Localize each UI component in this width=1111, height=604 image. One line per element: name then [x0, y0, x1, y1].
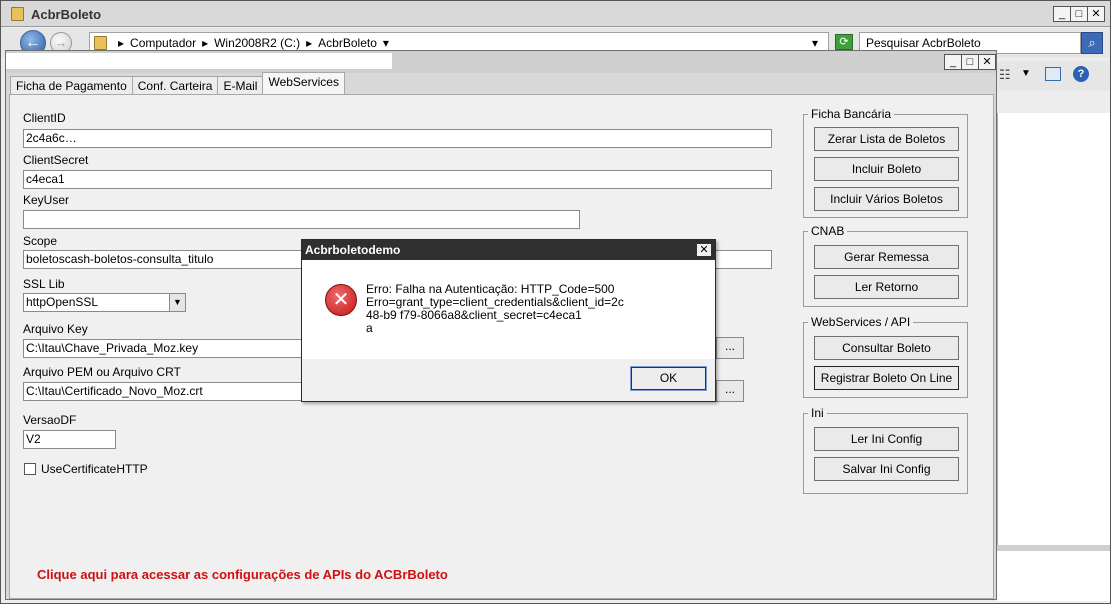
key-user-label: KeyUser: [23, 193, 70, 207]
client-secret-label: ClientSecret: [23, 153, 89, 167]
tab-ficha-pagamento[interactable]: Ficha de Pagamento: [10, 76, 133, 96]
error-dialog: Acbrboletodemo ✕ ✕ Erro: Falha na Autent…: [301, 239, 716, 402]
ler-retorno-button[interactable]: Ler Retorno: [814, 275, 959, 299]
tab-conf-carteira[interactable]: Conf. Carteira: [131, 76, 219, 96]
explorer-titlebar: AcbrBoleto _ □ ✕: [1, 1, 1110, 27]
arquivo-key-label: Arquivo Key: [23, 322, 88, 336]
explorer-close-button[interactable]: ✕: [1087, 6, 1105, 22]
gerar-remessa-button[interactable]: Gerar Remessa: [814, 245, 959, 269]
versao-df-label: VersaoDF: [23, 413, 77, 427]
group-ini: Ini Ler Ini Config Salvar Ini Config: [803, 406, 968, 494]
group-ficha-title: Ficha Bancária: [808, 107, 895, 121]
arquivo-pem-label: Arquivo PEM ou Arquivo CRT: [23, 365, 181, 379]
error-message: Erro: Falha na Autenticação: HTTP_Code=5…: [366, 283, 706, 335]
breadcrumb-acbrboleto[interactable]: AcbrBoleto: [318, 36, 377, 50]
refresh-icon[interactable]: ⟳: [835, 34, 853, 50]
help-icon[interactable]: ?: [1073, 66, 1089, 82]
ssl-lib-value: httpOpenSSL: [26, 295, 99, 309]
api-config-link[interactable]: Clique aqui para acessar as configuraçõe…: [37, 567, 448, 582]
chevron-right-icon: ▸: [306, 36, 313, 50]
chevron-down-icon[interactable]: ▼: [169, 294, 185, 311]
client-id-label: ClientID: [23, 111, 66, 125]
app-close-button[interactable]: ✕: [978, 54, 996, 70]
error-line-4: a: [366, 321, 373, 335]
explorer-minimize-button[interactable]: _: [1053, 6, 1071, 22]
dialog-body: ✕ Erro: Falha na Autenticação: HTTP_Code…: [302, 260, 715, 359]
client-id-input[interactable]: 2c4a6c…: [23, 129, 772, 148]
search-icon[interactable]: ⌕: [1081, 32, 1103, 54]
ok-button[interactable]: OK: [630, 366, 707, 391]
dialog-close-button[interactable]: ✕: [696, 243, 712, 257]
group-ini-title: Ini: [808, 406, 827, 420]
dialog-titlebar: Acbrboletodemo ✕: [302, 240, 715, 260]
incluir-varios-button[interactable]: Incluir Vários Boletos: [814, 187, 959, 211]
app-minimize-button[interactable]: _: [944, 54, 962, 70]
group-cnab: CNAB Gerar Remessa Ler Retorno: [803, 224, 968, 307]
explorer-title: AcbrBoleto: [31, 7, 102, 22]
app-maximize-button[interactable]: □: [961, 54, 979, 70]
client-secret-input[interactable]: c4eca1: [23, 170, 772, 189]
browse-key-button[interactable]: ...: [716, 337, 744, 359]
incluir-boleto-button[interactable]: Incluir Boleto: [814, 157, 959, 181]
breadcrumb-computador[interactable]: Computador: [130, 36, 196, 50]
dialog-title: Acbrboletodemo: [305, 243, 401, 257]
folder-icon: [11, 7, 24, 21]
preview-pane-icon[interactable]: [1045, 67, 1061, 81]
ssl-lib-label: SSL Lib: [23, 277, 65, 291]
scope-label: Scope: [23, 234, 58, 248]
explorer-maximize-button[interactable]: □: [1070, 6, 1088, 22]
breadcrumb-drive[interactable]: Win2008R2 (C:): [214, 36, 300, 50]
group-webservices-api: WebServices / API Consultar Boleto Regis…: [803, 315, 968, 398]
explorer-details-pane: [997, 551, 1110, 601]
browse-pem-button[interactable]: ...: [716, 380, 744, 402]
tab-email[interactable]: E-Mail: [217, 76, 264, 96]
salvar-ini-button[interactable]: Salvar Ini Config: [814, 457, 959, 481]
chevron-right-icon: ▸: [202, 36, 209, 50]
chevron-right-icon: ▸: [118, 36, 125, 50]
explorer-file-pane: [997, 113, 1110, 545]
use-certificate-http-checkbox[interactable]: [24, 463, 36, 475]
key-user-input[interactable]: [23, 210, 580, 229]
views-icon[interactable]: ☷: [999, 67, 1011, 83]
chevron-down-icon[interactable]: ▼: [1021, 68, 1031, 79]
tab-strip: Ficha de Pagamento Conf. Carteira E-Mail We…: [10, 72, 345, 96]
ler-ini-button[interactable]: Ler Ini Config: [814, 427, 959, 451]
tab-webservices[interactable]: WebServices: [262, 72, 345, 94]
zerar-lista-button[interactable]: Zerar Lista de Boletos: [814, 127, 959, 151]
group-ws-title: WebServices / API: [808, 315, 914, 329]
group-ficha-bancaria: Ficha Bancária Zerar Lista de Boletos In…: [803, 107, 968, 218]
ssl-lib-select[interactable]: httpOpenSSL ▼: [23, 293, 186, 312]
group-cnab-title: CNAB: [808, 224, 848, 238]
app-titlebar: _ □ ✕: [6, 51, 996, 73]
error-line-3: 48-b9 f79-8066a8&client_secret=c4eca1: [366, 308, 582, 322]
explorer-toolbar: ☷ ▼ ?: [997, 61, 1110, 91]
use-certificate-http-label: UseCertificateHTTP: [41, 462, 148, 476]
chevron-down-icon: ▾: [382, 36, 389, 50]
versao-df-input[interactable]: V2: [23, 430, 116, 449]
consultar-boleto-button[interactable]: Consultar Boleto: [814, 336, 959, 360]
app-title-redacted: [6, 53, 392, 69]
folder-icon: [94, 36, 107, 50]
error-icon: ✕: [325, 284, 357, 316]
registrar-boleto-button[interactable]: Registrar Boleto On Line: [814, 366, 959, 390]
